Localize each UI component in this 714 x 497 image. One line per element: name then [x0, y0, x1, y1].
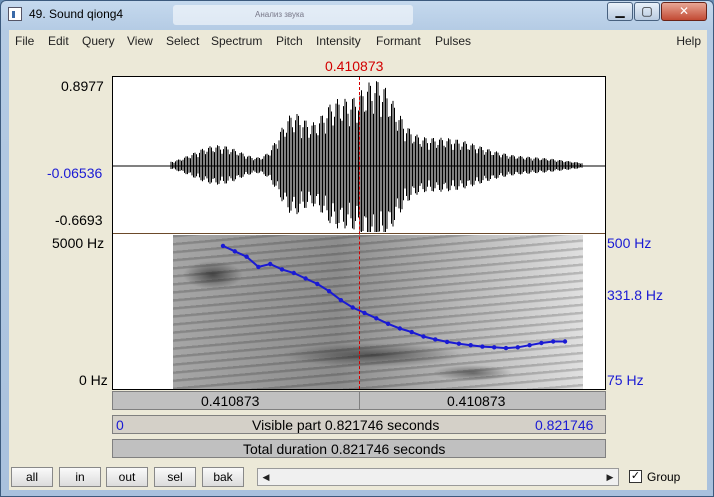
minimize-button[interactable]: ▁ [607, 2, 633, 21]
horizontal-scrollbar[interactable]: ◀ ▶ [257, 468, 619, 486]
menu-bar: File Edit Query View Select Spectrum Pit… [9, 30, 707, 52]
window-title: 49. Sound qiong4 [29, 7, 124, 21]
menu-help[interactable]: Help [676, 34, 701, 48]
maximize-button[interactable]: ▢ [634, 2, 660, 21]
menu-edit[interactable]: Edit [48, 34, 69, 48]
pitch-point [409, 329, 414, 335]
menu-view[interactable]: View [127, 34, 153, 48]
pitch-point [256, 264, 261, 270]
background-window-label: Анализ звука [255, 10, 305, 19]
zoom-sel-button[interactable]: sel [154, 467, 196, 487]
pitch-point [303, 276, 308, 281]
cursor-time-label: 0.410873 [325, 58, 384, 74]
wave-value-label: -0.06536 [47, 165, 103, 181]
scroll-left-icon[interactable]: ◀ [258, 469, 274, 485]
waveform-signal [170, 81, 583, 232]
visible-start-time: 0 [116, 417, 124, 433]
pitch-point [456, 341, 462, 346]
pitch-value-label: 331.8 Hz [607, 287, 664, 303]
time-cursor-line [359, 77, 360, 389]
spec-max-freq-label: 5000 Hz [52, 235, 105, 251]
sound-window-icon [8, 7, 22, 21]
menu-pitch[interactable]: Pitch [276, 34, 303, 48]
pitch-point [421, 334, 426, 339]
pitch-point [385, 321, 391, 326]
visible-part-text: Visible part 0.821746 seconds [252, 417, 440, 433]
pitch-point [326, 289, 332, 294]
group-checkbox[interactable]: ✓ [629, 470, 642, 483]
pitch-point [374, 316, 379, 321]
pitch-point [350, 305, 355, 310]
pitch-point [315, 281, 320, 287]
pitch-min-label: 75 Hz [607, 372, 644, 388]
pitch-point [444, 339, 450, 345]
menu-spectrum[interactable]: Spectrum [211, 34, 262, 48]
menu-file[interactable]: File [15, 34, 34, 48]
pitch-point [515, 345, 520, 350]
pitch-point [433, 337, 438, 342]
editor-client-area: File Edit Query View Select Spectrum Pit… [9, 30, 707, 490]
total-duration-bar[interactable]: Total duration 0.821746 seconds [112, 439, 606, 458]
pitch-point [362, 310, 367, 316]
right-segment-time: 0.410873 [447, 393, 506, 409]
title-bar[interactable]: 49. Sound qiong4 Анализ звука ▁ ▢ ✕ [1, 1, 713, 28]
pitch-point [279, 267, 285, 272]
pitch-point [527, 343, 532, 348]
app-window: 49. Sound qiong4 Анализ звука ▁ ▢ ✕ File… [0, 0, 714, 497]
zoom-back-button[interactable]: bak [202, 467, 244, 487]
spec-min-freq-label: 0 Hz [79, 372, 108, 388]
pitch-point [338, 298, 344, 303]
bottom-toolbar: all in out sel bak ◀ ▶ ✓ Group [9, 466, 707, 490]
scroll-right-icon[interactable]: ▶ [602, 469, 618, 485]
pitch-max-label: 500 Hz [607, 235, 652, 251]
close-button[interactable]: ✕ [661, 2, 707, 21]
wave-max-label: 0.8977 [61, 78, 104, 94]
menu-select[interactable]: Select [166, 34, 199, 48]
bar-divider [359, 392, 360, 409]
pitch-contour-line [222, 244, 565, 350]
pitch-point [232, 249, 237, 254]
menu-formant[interactable]: Formant [376, 34, 421, 48]
zoom-all-button[interactable]: all [11, 467, 53, 487]
pitch-point [220, 243, 226, 249]
background-window-tab[interactable]: Анализ звука [173, 5, 413, 25]
menu-pulses[interactable]: Pulses [435, 34, 471, 48]
total-duration-text: Total duration 0.821746 seconds [243, 441, 446, 457]
zoom-in-button[interactable]: in [59, 467, 101, 487]
menu-intensity[interactable]: Intensity [316, 34, 361, 48]
pitch-point [492, 345, 497, 350]
cursor-time-bar[interactable]: 0.410873 0.410873 [112, 391, 606, 410]
pitch-point [539, 340, 544, 346]
visible-part-bar[interactable]: 0 Visible part 0.821746 seconds 0.821746 [112, 415, 606, 434]
zoom-out-button[interactable]: out [106, 467, 148, 487]
pitch-point [480, 344, 485, 349]
pitch-point [397, 326, 403, 331]
pitch-point [468, 343, 473, 348]
pitch-point [244, 254, 249, 259]
left-segment-time: 0.410873 [201, 393, 260, 409]
pitch-point [503, 345, 509, 351]
pitch-point [268, 261, 273, 267]
pitch-point [551, 339, 556, 344]
pitch-point [291, 270, 296, 276]
pitch-point [562, 339, 568, 344]
group-label: Group [647, 470, 681, 484]
visible-end-time: 0.821746 [535, 417, 594, 433]
wave-min-label: -0.6693 [55, 212, 103, 228]
menu-query[interactable]: Query [82, 34, 115, 48]
sound-editor-panel[interactable] [112, 76, 606, 390]
